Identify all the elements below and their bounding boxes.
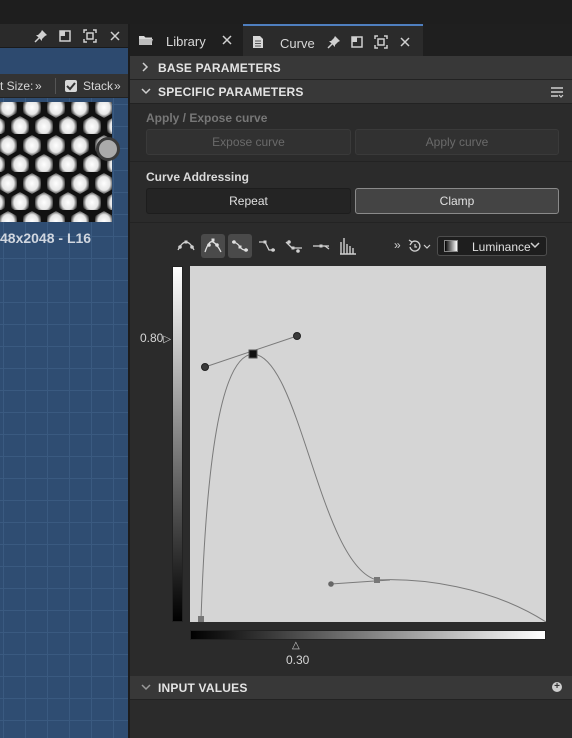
node-output-port[interactable] xyxy=(96,137,120,161)
close-icon[interactable] xyxy=(398,35,412,49)
toolbar-overflow-button[interactable]: » xyxy=(394,238,401,252)
float-icon[interactable] xyxy=(58,29,72,43)
tab-library-label: Library xyxy=(166,34,206,49)
document-icon xyxy=(251,35,265,49)
tab-curve-label: Curve xyxy=(280,36,315,51)
output-gradient-bar xyxy=(172,266,183,622)
separator xyxy=(130,222,572,223)
pin-icon[interactable] xyxy=(34,29,48,43)
tangent-handle xyxy=(293,332,301,340)
curve-key xyxy=(198,616,204,622)
node-thumbnail[interactable] xyxy=(0,102,112,222)
close-icon[interactable] xyxy=(220,33,234,47)
tool-smooth-tangent-icon[interactable] xyxy=(201,234,225,258)
tangent-handle xyxy=(201,363,209,371)
expose-curve-button[interactable]: Expose curve xyxy=(146,129,351,155)
output-size-label: t Size: xyxy=(0,79,34,93)
curve-key xyxy=(374,577,380,583)
maximize-icon[interactable] xyxy=(374,35,388,49)
tool-flat-tangent-icon[interactable] xyxy=(309,234,333,258)
tab-library[interactable]: Library xyxy=(130,24,242,56)
add-icon[interactable]: + xyxy=(552,682,562,692)
input-values-header[interactable]: INPUT VALUES + xyxy=(130,676,572,700)
base-parameters-header[interactable]: BASE PARAMETERS xyxy=(130,56,572,80)
graph-toolbar: t Size: » Stack » xyxy=(0,74,128,98)
x-value-readout: 0.30 xyxy=(286,653,310,667)
node-resolution-label: 48x2048 - L16 xyxy=(0,230,92,246)
tab-bar: Library Curve xyxy=(130,24,572,56)
chevron-down-icon xyxy=(140,85,151,100)
top-strip xyxy=(0,0,572,24)
tangent-handle xyxy=(328,581,334,587)
tab-curve[interactable]: Curve xyxy=(243,24,423,56)
section-menu-icon[interactable] xyxy=(550,85,564,102)
section-title: SPECIFIC PARAMETERS xyxy=(158,85,304,99)
curve-path xyxy=(200,353,547,623)
chevron-down-icon xyxy=(530,240,540,253)
folder-icon xyxy=(138,33,153,47)
tool-step-right-icon[interactable] xyxy=(282,234,306,258)
addressing-clamp-button[interactable]: Clamp xyxy=(355,188,559,214)
tool-broken-tangent-icon[interactable] xyxy=(228,234,252,258)
toolbar-overflow-button[interactable]: » xyxy=(35,79,42,93)
stack-label: Stack xyxy=(83,79,114,93)
apply-expose-title: Apply / Expose curve xyxy=(146,111,268,125)
section-title: INPUT VALUES xyxy=(158,681,248,695)
chevron-down-icon xyxy=(140,681,151,696)
curve-editor-canvas[interactable] xyxy=(190,266,547,623)
separator xyxy=(130,161,572,162)
y-value-readout: 0.80▷ xyxy=(140,331,172,345)
input-gradient-bar xyxy=(190,630,546,640)
addressing-repeat-button[interactable]: Repeat xyxy=(146,188,351,214)
channel-select[interactable]: Luminance xyxy=(437,236,547,256)
specific-parameters-header[interactable]: SPECIFIC PARAMETERS xyxy=(130,80,572,104)
curve-addressing-title: Curve Addressing xyxy=(146,170,249,184)
x-marker-icon[interactable]: △ xyxy=(292,640,300,651)
luminance-swatch xyxy=(444,240,458,252)
channel-select-value: Luminance xyxy=(472,240,531,254)
maximize-icon[interactable] xyxy=(83,29,97,43)
curve-key-selected xyxy=(248,349,258,359)
tangent-handle-line xyxy=(330,579,391,585)
tool-linear-tangent-icon[interactable] xyxy=(174,234,198,258)
curve-properties: BASE PARAMETERS SPECIFIC PARAMETERS Appl… xyxy=(130,56,572,738)
section-title: BASE PARAMETERS xyxy=(158,61,281,75)
reset-curve-icon[interactable] xyxy=(404,234,434,258)
pin-icon[interactable] xyxy=(327,35,341,49)
histogram-icon[interactable] xyxy=(336,234,360,258)
chevron-right-icon xyxy=(140,61,150,76)
close-icon[interactable] xyxy=(108,29,122,43)
apply-curve-button[interactable]: Apply curve xyxy=(355,129,559,155)
toolbar-divider xyxy=(55,78,56,94)
stack-overflow-button[interactable]: » xyxy=(114,79,121,93)
stack-checkbox[interactable] xyxy=(65,80,77,92)
float-icon[interactable] xyxy=(350,35,364,49)
graph-panel: t Size: » Stack » 48x2048 - L16 xyxy=(0,24,128,738)
tool-step-left-icon[interactable] xyxy=(255,234,279,258)
graph-panel-tabbar xyxy=(0,24,128,48)
